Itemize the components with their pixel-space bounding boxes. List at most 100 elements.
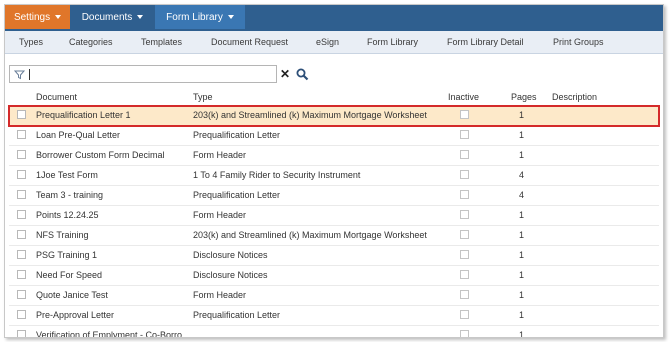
cell-document: Verification of Emplyment - Co-Borro... xyxy=(36,330,190,338)
sub-navigation: Types Categories Templates Document Requ… xyxy=(5,31,663,54)
row-select-checkbox[interactable] xyxy=(17,110,26,119)
subnav-templates[interactable]: Templates xyxy=(141,37,182,47)
cell-type: Form Header xyxy=(193,210,247,220)
table-row[interactable]: Borrower Custom Form Decimal Form Header 1 xyxy=(9,146,659,166)
subnav-form-library[interactable]: Form Library xyxy=(367,37,418,47)
header-type[interactable]: Type xyxy=(193,92,213,102)
cell-type: 1 To 4 Family Rider to Security Instrume… xyxy=(193,170,361,180)
top-tab-bar: Settings Documents Form Library xyxy=(5,5,663,31)
table-header: Document Type Inactive Pages Description xyxy=(9,91,659,106)
table-row[interactable]: Team 3 - training Prequalification Letter… xyxy=(9,186,659,206)
tab-form-library-label: Form Library xyxy=(166,11,223,23)
chevron-down-icon xyxy=(55,15,62,19)
cell-type: 203(k) and Streamlined (k) Maximum Mortg… xyxy=(193,230,427,240)
tab-documents[interactable]: Documents xyxy=(70,5,155,29)
inactive-checkbox[interactable] xyxy=(460,210,469,219)
row-select-checkbox[interactable] xyxy=(17,170,26,179)
clear-icon[interactable]: ✕ xyxy=(280,67,290,81)
inactive-checkbox[interactable] xyxy=(460,190,469,199)
cell-pages: 1 xyxy=(519,250,525,260)
tab-form-library[interactable]: Form Library xyxy=(155,5,245,29)
cell-document: NFS Training xyxy=(36,230,89,240)
document-table: Document Type Inactive Pages Description… xyxy=(8,91,660,338)
search-row: ✕ xyxy=(9,64,309,84)
inactive-checkbox[interactable] xyxy=(460,290,469,299)
top-bar-filler xyxy=(245,5,663,29)
table-row[interactable]: Loan Pre-Qual Letter Prequalification Let… xyxy=(9,126,659,146)
subnav-document-request[interactable]: Document Request xyxy=(211,37,288,47)
row-select-checkbox[interactable] xyxy=(17,190,26,199)
filter-icon[interactable] xyxy=(14,69,25,80)
chevron-down-icon xyxy=(137,15,144,19)
inactive-checkbox[interactable] xyxy=(460,230,469,239)
cell-type: Form Header xyxy=(193,150,247,160)
cell-type: Disclosure Notices xyxy=(193,250,268,260)
row-select-checkbox[interactable] xyxy=(17,230,26,239)
cell-document: PSG Training 1 xyxy=(36,250,98,260)
table-row[interactable]: Pre-Approval Letter Prequalification Lett… xyxy=(9,306,659,326)
cell-document: Need For Speed xyxy=(36,270,103,280)
row-select-checkbox[interactable] xyxy=(17,150,26,159)
cell-pages: 1 xyxy=(519,210,525,220)
inactive-checkbox[interactable] xyxy=(460,270,469,279)
row-select-checkbox[interactable] xyxy=(17,210,26,219)
cell-document: Team 3 - training xyxy=(36,190,104,200)
inactive-checkbox[interactable] xyxy=(460,150,469,159)
cell-type: Prequalification Letter xyxy=(193,310,281,320)
row-select-checkbox[interactable] xyxy=(17,290,26,299)
cell-pages: 1 xyxy=(519,230,525,240)
inactive-checkbox[interactable] xyxy=(460,170,469,179)
inactive-checkbox[interactable] xyxy=(460,250,469,259)
table-row[interactable]: Quote Janice Test Form Header 1 xyxy=(9,286,659,306)
subnav-print-groups[interactable]: Print Groups xyxy=(553,37,604,47)
inactive-checkbox[interactable] xyxy=(460,310,469,319)
tab-settings-label: Settings xyxy=(13,11,51,23)
cell-type: Disclosure Notices xyxy=(193,270,268,280)
row-select-checkbox[interactable] xyxy=(17,330,26,337)
subnav-form-library-detail[interactable]: Form Library Detail xyxy=(447,37,524,47)
search-icon[interactable] xyxy=(296,68,309,81)
subnav-categories[interactable]: Categories xyxy=(69,37,113,47)
cell-document: Points 12.24.25 xyxy=(36,210,99,220)
cell-document: Prequalification Letter 1 xyxy=(36,110,131,120)
table-row[interactable]: NFS Training 203(k) and Streamlined (k) M… xyxy=(9,226,659,246)
table-row[interactable]: 1Joe Test Form 1 To 4 Family Rider to Sec… xyxy=(9,166,659,186)
table-row[interactable]: Verification of Emplyment - Co-Borro... 1 xyxy=(9,326,659,338)
cell-document: Borrower Custom Form Decimal xyxy=(36,150,165,160)
table-body: Prequalification Letter 1 203(k) and Stre… xyxy=(8,105,660,338)
table-row[interactable]: Need For Speed Disclosure Notices 1 xyxy=(9,266,659,286)
cell-type: 203(k) and Streamlined (k) Maximum Mortg… xyxy=(193,110,427,120)
row-select-checkbox[interactable] xyxy=(17,250,26,259)
header-inactive[interactable]: Inactive xyxy=(448,92,479,102)
cell-pages: 4 xyxy=(519,190,525,200)
tab-settings[interactable]: Settings xyxy=(5,5,70,29)
inactive-checkbox[interactable] xyxy=(460,330,469,337)
row-select-checkbox[interactable] xyxy=(17,310,26,319)
row-select-checkbox[interactable] xyxy=(17,270,26,279)
subnav-types[interactable]: Types xyxy=(19,37,43,47)
cell-pages: 1 xyxy=(519,310,525,320)
header-document[interactable]: Document xyxy=(36,92,77,102)
search-input[interactable] xyxy=(9,65,277,83)
cell-document: Loan Pre-Qual Letter xyxy=(36,130,121,140)
cell-document: 1Joe Test Form xyxy=(36,170,98,180)
table-row[interactable]: PSG Training 1 Disclosure Notices 1 xyxy=(9,246,659,266)
cell-pages: 1 xyxy=(519,150,525,160)
table-row[interactable]: Prequalification Letter 1 203(k) and Stre… xyxy=(8,105,660,127)
cell-document: Quote Janice Test xyxy=(36,290,108,300)
chevron-down-icon xyxy=(227,15,234,19)
cell-pages: 1 xyxy=(519,270,525,280)
text-cursor xyxy=(29,68,30,80)
tab-documents-label: Documents xyxy=(81,11,133,23)
cell-pages: 1 xyxy=(519,330,525,338)
cell-document: Pre-Approval Letter xyxy=(36,310,115,320)
app-window: Settings Documents Form Library Types Ca… xyxy=(4,4,664,338)
subnav-esign[interactable]: eSign xyxy=(316,37,339,47)
cell-type: Prequalification Letter xyxy=(193,190,281,200)
table-row[interactable]: Points 12.24.25 Form Header 1 xyxy=(9,206,659,226)
header-pages[interactable]: Pages xyxy=(511,92,537,102)
inactive-checkbox[interactable] xyxy=(460,110,469,119)
inactive-checkbox[interactable] xyxy=(460,130,469,139)
header-description[interactable]: Description xyxy=(552,92,597,102)
row-select-checkbox[interactable] xyxy=(17,130,26,139)
